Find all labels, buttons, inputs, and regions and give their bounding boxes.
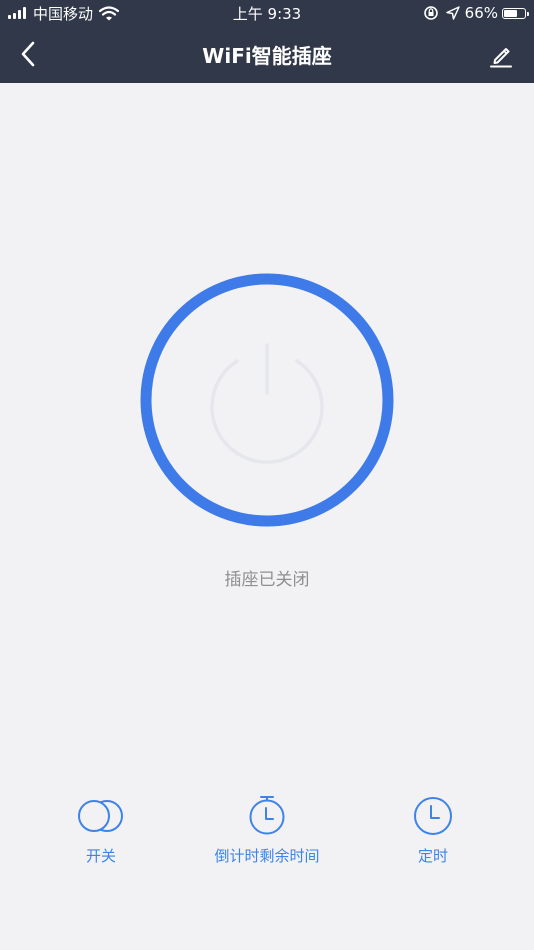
power-icon	[210, 343, 324, 464]
switch-button[interactable]: 开关	[66, 795, 136, 866]
clock-icon	[414, 797, 452, 835]
power-toggle-button[interactable]	[140, 273, 394, 527]
battery-icon	[502, 7, 529, 19]
edit-button[interactable]	[486, 40, 516, 70]
schedule-button[interactable]: 定时	[398, 795, 468, 866]
battery-percent: 66%	[464, 4, 498, 22]
countdown-label: 倒计时剩余时间	[214, 847, 320, 865]
power-ring	[140, 273, 394, 527]
page-title: WiFi智能插座	[202, 44, 332, 68]
switch-toggle-icon	[78, 800, 123, 832]
countdown-button[interactable]: 倒计时剩余时间	[202, 795, 332, 866]
status-bar: 中国移动 上午 9:33 66%	[0, 0, 534, 26]
switch-label: 开关	[85, 847, 116, 865]
location-arrow-icon	[445, 6, 460, 20]
pencil-icon	[490, 48, 512, 68]
schedule-label: 定时	[417, 847, 448, 865]
stopwatch-icon	[249, 796, 285, 835]
header-bar: 中国移动 上午 9:33 66% WiFi智能插座	[0, 0, 534, 83]
status-right: 66%	[423, 3, 529, 23]
power-status-text: 插座已关闭	[224, 570, 310, 590]
orientation-lock-icon	[423, 6, 438, 20]
battery-level-fill	[504, 9, 517, 17]
